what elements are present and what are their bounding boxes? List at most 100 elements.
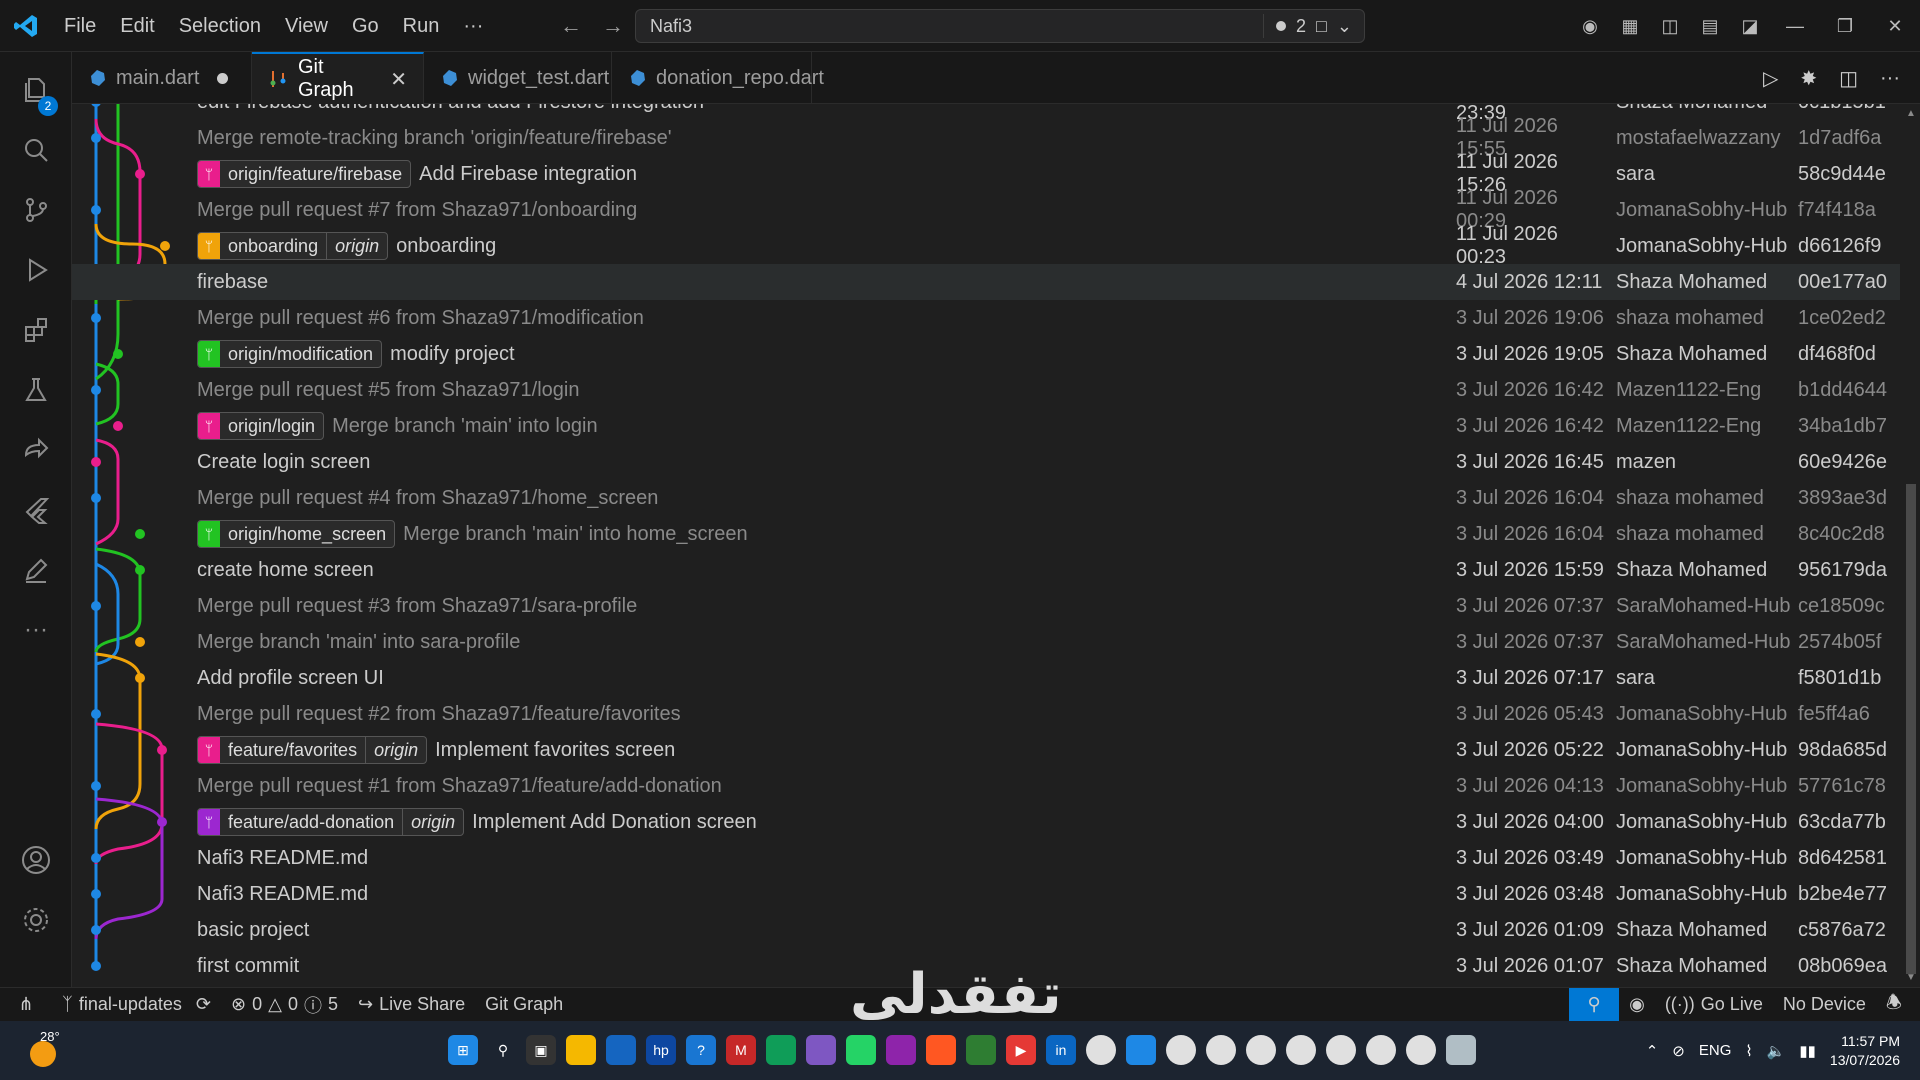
menu-item[interactable]: File: [52, 0, 108, 52]
commit-row[interactable]: ᛘ origin/login Merge branch 'main' into lo…: [72, 408, 1900, 444]
branch-ref-badge[interactable]: ᛘ origin/feature/firebase: [197, 160, 412, 188]
tab-donation-repo[interactable]: donation_repo.dart: [612, 52, 824, 104]
testing-icon[interactable]: [0, 360, 72, 420]
linkedin-icon[interactable]: in: [1046, 1035, 1076, 1065]
commit-row[interactable]: Merge pull request #1 from Shaza971/feat…: [72, 768, 1900, 804]
menu-item[interactable]: View: [273, 0, 340, 52]
menu-item[interactable]: Go: [340, 0, 391, 52]
menu-item[interactable]: Run: [391, 0, 452, 52]
scroll-thumb[interactable]: [1906, 484, 1916, 974]
device-selector[interactable]: No Device: [1773, 988, 1876, 1022]
go-live-button[interactable]: ((·)) Go Live: [1655, 988, 1773, 1022]
tab-git-graph[interactable]: Git Graph ✕: [252, 52, 424, 104]
brave-icon[interactable]: [926, 1035, 956, 1065]
more-actions-icon[interactable]: ···: [1880, 67, 1900, 90]
windows-start-icon[interactable]: ⊞: [448, 1035, 478, 1065]
modified-dot-icon[interactable]: [217, 72, 229, 84]
commit-row[interactable]: Add profile screen UI 3 Jul 2026 07:17 sar…: [72, 660, 1900, 696]
source-changes-indicator[interactable]: 2 □ ⌄: [1263, 14, 1364, 38]
commit-row[interactable]: Merge pull request #5 from Shaza971/logi…: [72, 372, 1900, 408]
toggle-panel-icon[interactable]: ▤: [1690, 16, 1730, 37]
youtube-icon[interactable]: ▶: [1006, 1035, 1036, 1065]
close-tab-icon[interactable]: ✕: [390, 67, 407, 92]
scroll-down-arrow-icon[interactable]: ▼: [1906, 972, 1916, 983]
file-explorer-icon[interactable]: [566, 1035, 596, 1065]
language-indicator[interactable]: ENG: [1699, 1042, 1732, 1059]
branch-indicator[interactable]: ᛉ final-updates ⟳: [52, 988, 221, 1022]
chrome-icon[interactable]: [1086, 1035, 1116, 1065]
chat-icon[interactable]: □: [1316, 16, 1327, 37]
commit-row[interactable]: ᛘ origin/feature/firebase Add Firebase int…: [72, 151, 1900, 196]
back-arrow-icon[interactable]: ←: [560, 13, 582, 39]
command-center[interactable]: Nafi3 2 □ ⌄: [635, 9, 1365, 43]
vscode-taskbar-icon[interactable]: [1126, 1035, 1156, 1065]
chrome-icon[interactable]: [1286, 1035, 1316, 1065]
commit-row[interactable]: ᛘ origin/modification modify project 3 Jul …: [72, 336, 1900, 372]
commit-row[interactable]: firebase 4 Jul 2026 12:11 Shaza Mohamed 00e…: [72, 264, 1900, 300]
network-off-icon[interactable]: ⊘: [1672, 1042, 1685, 1060]
help-icon[interactable]: ?: [686, 1035, 716, 1065]
commit-row[interactable]: Merge pull request #2 from Shaza971/feat…: [72, 696, 1900, 732]
zoom-button[interactable]: ⚲: [1569, 987, 1620, 1022]
live-share-button[interactable]: ↪ Live Share: [348, 988, 475, 1022]
toggle-secondary-sidebar-icon[interactable]: ◪: [1730, 16, 1770, 37]
commit-row[interactable]: Merge pull request #4 from Shaza971/home…: [72, 480, 1900, 516]
split-editor-icon[interactable]: ◫: [1839, 66, 1858, 91]
battery-icon[interactable]: ▮▮: [1799, 1042, 1816, 1060]
android-icon[interactable]: [966, 1035, 996, 1065]
forward-arrow-icon[interactable]: →: [602, 13, 624, 39]
edge-icon[interactable]: [766, 1035, 796, 1065]
notifications-bell[interactable]: 🕭: [1876, 988, 1920, 1022]
branch-ref-badge[interactable]: ᛘ feature/add-donation origin: [197, 808, 465, 836]
tab-main-dart[interactable]: main.dart: [72, 52, 252, 104]
copilot-status[interactable]: ◉: [1619, 988, 1655, 1022]
run-debug-icon[interactable]: [0, 240, 72, 300]
commit-row[interactable]: Create login screen 3 Jul 2026 16:45 mazen…: [72, 444, 1900, 480]
chevron-down-icon[interactable]: ⌄: [1337, 16, 1352, 37]
whatsapp-icon[interactable]: [846, 1035, 876, 1065]
commit-row[interactable]: edit Firebase authentication and add Fir…: [72, 104, 1900, 124]
scroll-up-arrow-icon[interactable]: ▲: [1906, 108, 1916, 119]
branch-ref-badge[interactable]: ᛘ origin/home_screen: [197, 520, 396, 548]
chrome-icon[interactable]: [1246, 1035, 1276, 1065]
tray-chevron-icon[interactable]: ⌃: [1646, 1042, 1659, 1060]
search-icon[interactable]: [0, 120, 72, 180]
commit-row[interactable]: ᛘ feature/favorites origin Implement favori…: [72, 732, 1900, 768]
visual-studio-icon[interactable]: [806, 1035, 836, 1065]
store-icon[interactable]: [606, 1035, 636, 1065]
commit-row[interactable]: ᛘ feature/add-donation origin Implement Add…: [72, 804, 1900, 840]
restore-icon[interactable]: ❐: [1820, 16, 1870, 37]
menu-item[interactable]: ···: [451, 0, 495, 52]
branch-ref-badge[interactable]: ᛘ onboarding origin: [197, 232, 389, 260]
run-icon[interactable]: ▷: [1763, 66, 1778, 91]
chrome-icon[interactable]: [1166, 1035, 1196, 1065]
minimize-icon[interactable]: —: [1770, 16, 1820, 37]
chrome-icon[interactable]: [1326, 1035, 1356, 1065]
task-view-icon[interactable]: ▣: [526, 1035, 556, 1065]
explorer-icon[interactable]: 2: [0, 60, 72, 120]
commit-row[interactable]: basic project 3 Jul 2026 01:09 Shaza Moham…: [72, 912, 1900, 948]
volume-icon[interactable]: 🔈: [1767, 1042, 1786, 1060]
commit-row[interactable]: Merge pull request #6 from Shaza971/modi…: [72, 300, 1900, 336]
commit-row[interactable]: Merge remote-tracking branch 'origin/fea…: [72, 115, 1900, 160]
clock[interactable]: 11:57 PM 13/07/2026: [1830, 1032, 1900, 1070]
commit-row[interactable]: ᛘ origin/home_screen Merge branch 'main' i…: [72, 516, 1900, 552]
commit-row[interactable]: Merge branch 'main' into sara-profile 3 J…: [72, 624, 1900, 660]
commit-row[interactable]: Merge pull request #3 from Shaza971/sara…: [72, 588, 1900, 624]
podcast-icon[interactable]: [886, 1035, 916, 1065]
hp-icon[interactable]: hp: [646, 1035, 676, 1065]
git-graph-button[interactable]: Git Graph: [475, 988, 573, 1022]
customize-layout-icon[interactable]: ▦: [1610, 16, 1650, 37]
more-icon[interactable]: ···: [0, 600, 72, 660]
extensions-icon[interactable]: [0, 300, 72, 360]
menu-item[interactable]: Selection: [167, 0, 273, 52]
commit-row[interactable]: Nafi3 README.md 3 Jul 2026 03:48 JomanaSob…: [72, 876, 1900, 912]
sync-icon[interactable]: ⟳: [196, 994, 211, 1015]
problems-indicator[interactable]: ⊗ 0 △ 0 ⓘ 5: [221, 988, 348, 1022]
branch-ref-badge[interactable]: ᛘ origin/login: [197, 412, 325, 440]
chrome-icon[interactable]: [1366, 1035, 1396, 1065]
settings-gear-icon[interactable]: [0, 890, 72, 950]
flutter-icon[interactable]: [0, 480, 72, 540]
tab-widget-test[interactable]: widget_test.dart: [424, 52, 612, 104]
remote-indicator[interactable]: ⋔: [0, 988, 52, 1022]
